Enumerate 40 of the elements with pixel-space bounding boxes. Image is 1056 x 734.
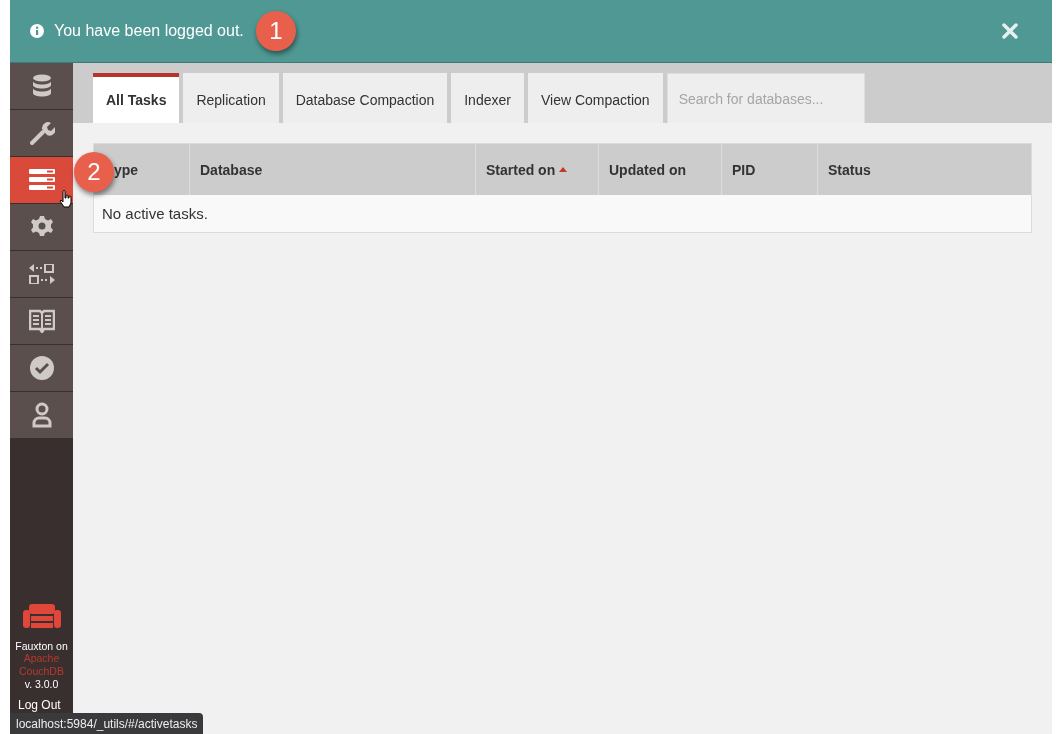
product-label: Fauxton on bbox=[15, 640, 68, 652]
nav-button[interactable] bbox=[10, 392, 73, 439]
tab[interactable]: View Compaction bbox=[527, 73, 663, 123]
wrench-icon bbox=[28, 120, 55, 146]
close-icon[interactable] bbox=[1002, 23, 1018, 39]
column-header[interactable]: Status bbox=[828, 161, 871, 178]
tab[interactable]: Indexer bbox=[451, 73, 524, 123]
url-tooltip: localhost:5984/_utils/#/activetasks bbox=[10, 713, 204, 734]
nav-button[interactable] bbox=[10, 204, 73, 251]
check-icon bbox=[29, 356, 54, 380]
search-field[interactable]: Search for databases... bbox=[666, 73, 865, 123]
logout-link[interactable]: Log Out bbox=[18, 698, 61, 712]
column-header[interactable]: ype bbox=[114, 161, 139, 178]
tab[interactable]: Replication bbox=[183, 73, 279, 123]
book-icon bbox=[28, 309, 55, 333]
nav-button[interactable] bbox=[10, 298, 73, 345]
tab[interactable]: Database Compaction bbox=[282, 73, 448, 123]
nav-button[interactable] bbox=[10, 63, 73, 110]
version-label: v. 3.0.0 bbox=[24, 678, 59, 690]
user-icon bbox=[31, 402, 52, 428]
nav-button[interactable] bbox=[10, 157, 73, 204]
tab[interactable]: All Tasks bbox=[93, 73, 180, 123]
empty-message: No active tasks. bbox=[94, 195, 1031, 232]
column-header[interactable]: Database bbox=[200, 161, 263, 178]
nav-button[interactable] bbox=[10, 110, 73, 157]
replication-icon bbox=[28, 264, 55, 284]
gear-icon bbox=[30, 216, 53, 238]
couch-logo-icon bbox=[22, 604, 61, 630]
nav-button[interactable] bbox=[10, 345, 73, 392]
list-icon bbox=[28, 169, 55, 191]
info-icon bbox=[30, 24, 44, 38]
database-icon bbox=[31, 74, 52, 98]
column-header[interactable]: Updated on bbox=[609, 161, 686, 178]
nav-button[interactable] bbox=[10, 251, 73, 298]
logout-message: You have been logged out. bbox=[54, 22, 244, 40]
sort-arrow-icon bbox=[559, 167, 568, 172]
column-header[interactable]: PID bbox=[732, 161, 756, 178]
column-header[interactable]: Started on bbox=[486, 161, 568, 178]
hand-cursor-icon bbox=[59, 190, 73, 208]
callout-badge: 1 bbox=[255, 11, 296, 51]
